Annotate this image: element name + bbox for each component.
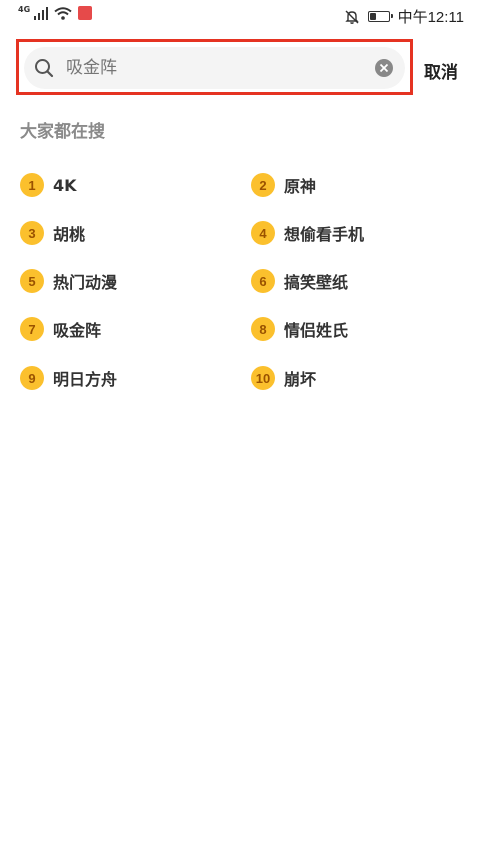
rank-badge: 8	[251, 317, 275, 341]
wifi-icon	[54, 7, 72, 20]
trend-label: 明日方舟	[53, 370, 118, 389]
trend-label: 情侣姓氏	[284, 321, 349, 340]
signal-icon	[34, 7, 49, 20]
rank-badge: 5	[20, 269, 44, 293]
status-time: 中午12:11	[397, 9, 464, 26]
rank-badge: 9	[20, 366, 44, 390]
trend-item[interactable]: 3 胡桃	[20, 218, 85, 248]
trend-label: 胡桃	[53, 225, 86, 244]
trend-label: 热门动漫	[53, 273, 118, 292]
trend-label: 4K	[53, 175, 77, 195]
trend-label: 原神	[284, 177, 317, 196]
trend-label: 崩坏	[284, 370, 317, 389]
trending-title: 大家都在搜	[20, 122, 105, 142]
trend-item[interactable]: 9 明日方舟	[20, 363, 117, 393]
trend-item[interactable]: 4 想偷看手机	[251, 218, 364, 248]
trend-item[interactable]: 2 原神	[251, 170, 316, 200]
search-input[interactable]	[66, 47, 366, 89]
trend-item[interactable]: 10 崩坏	[251, 363, 316, 393]
rank-badge: 1	[20, 173, 44, 197]
status-bar: 4G 中午12:11	[0, 0, 480, 34]
network-type: 4G	[18, 5, 31, 14]
status-left: 4G	[18, 5, 93, 20]
rank-badge: 4	[251, 221, 275, 245]
trend-label: 吸金阵	[53, 321, 102, 340]
clear-icon[interactable]	[375, 59, 393, 77]
trend-item[interactable]: 7 吸金阵	[20, 314, 101, 344]
trend-item[interactable]: 8 情侣姓氏	[251, 314, 348, 344]
rank-badge: 6	[251, 269, 275, 293]
bell-muted-icon	[344, 10, 359, 24]
search-row: 取消	[0, 38, 480, 98]
trend-label: 搞笑壁纸	[284, 273, 349, 292]
rank-badge: 2	[251, 173, 275, 197]
battery-icon	[367, 11, 393, 22]
status-right: 中午12:11	[344, 6, 464, 27]
trend-label: 想偷看手机	[284, 225, 365, 244]
rank-badge: 3	[20, 221, 44, 245]
search-box[interactable]	[24, 47, 405, 89]
rank-badge: 10	[251, 366, 275, 390]
battery-level	[369, 13, 377, 20]
trend-item[interactable]: 5 热门动漫	[20, 266, 117, 296]
trend-item[interactable]: 6 搞笑壁纸	[251, 266, 348, 296]
notification-app-icon	[78, 6, 93, 20]
cancel-button[interactable]: 取消	[424, 58, 458, 83]
search-icon	[35, 59, 54, 78]
rank-badge: 7	[20, 317, 44, 341]
trend-item[interactable]: 1 4K	[20, 170, 77, 200]
